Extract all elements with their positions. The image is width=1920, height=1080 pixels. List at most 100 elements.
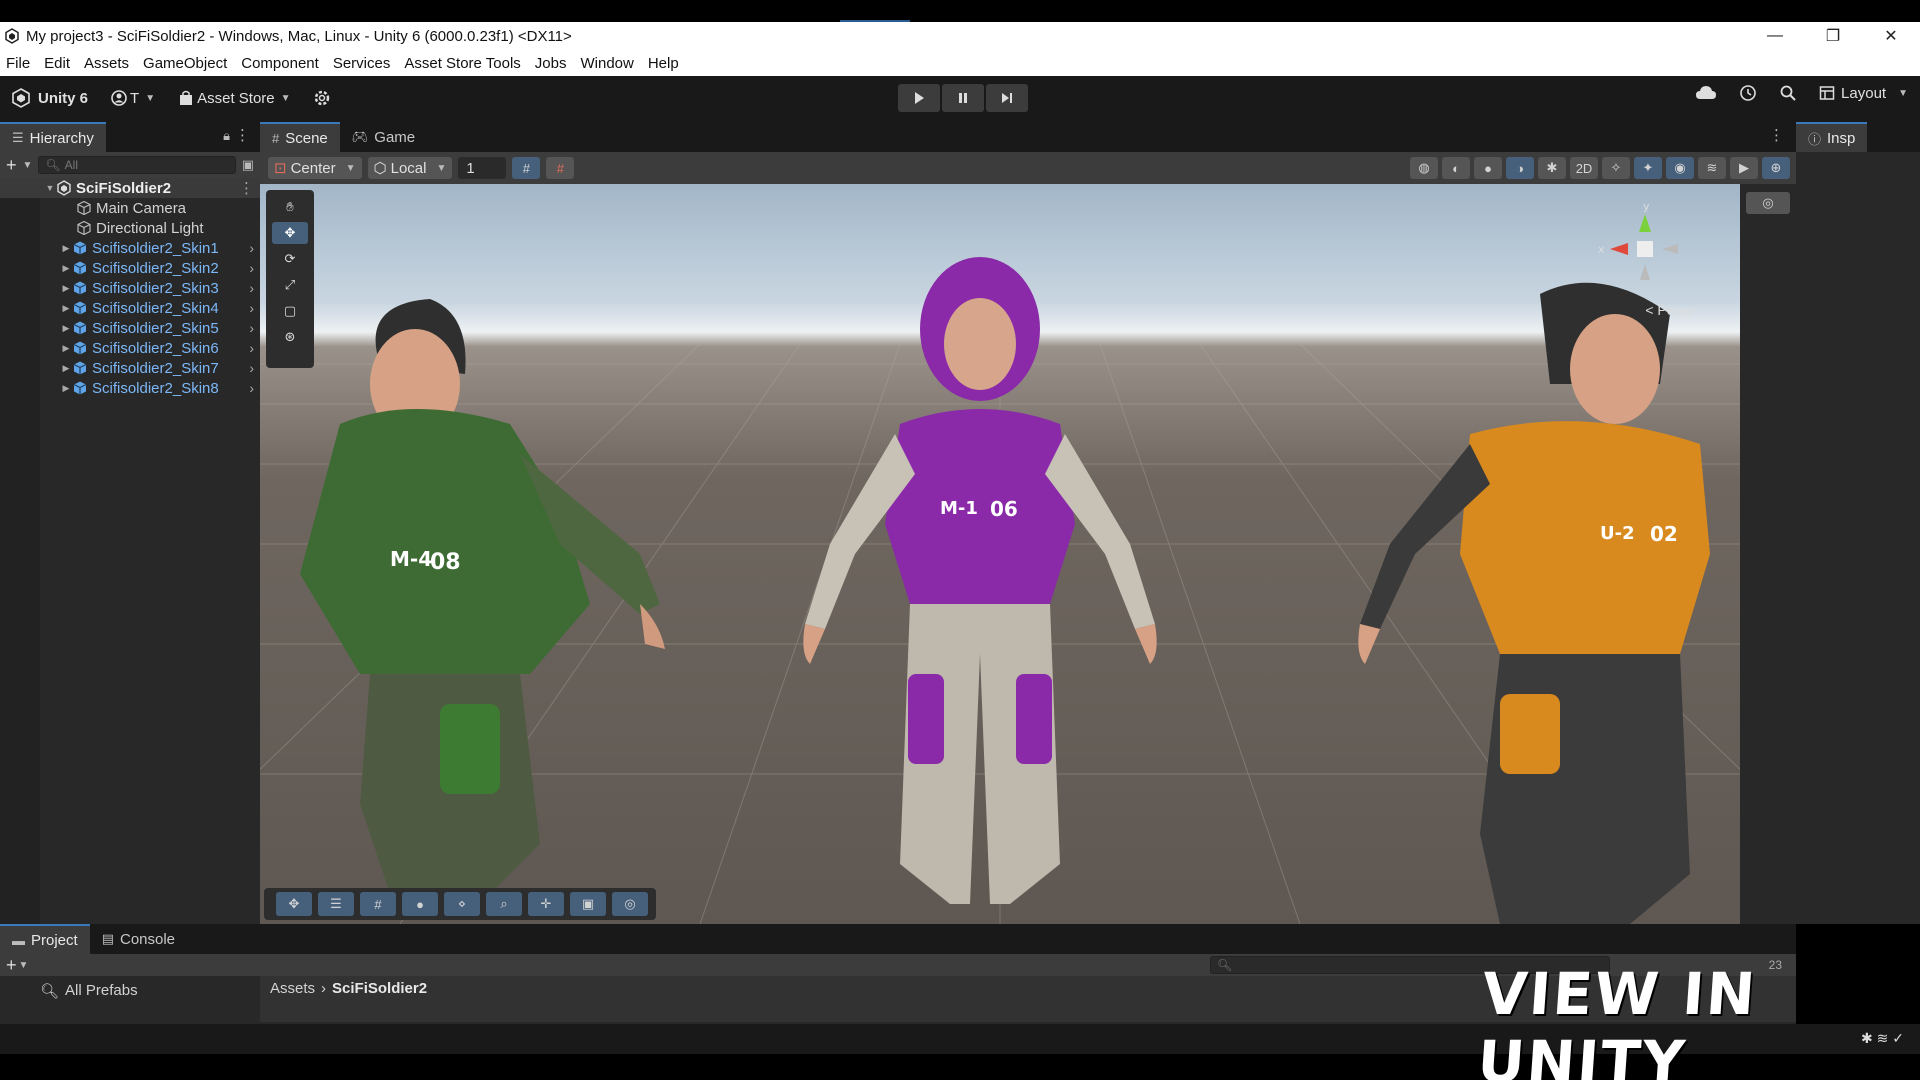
restore-button[interactable]: ❐ bbox=[1804, 22, 1862, 50]
menu-file[interactable]: File bbox=[6, 55, 30, 72]
chevron-right-icon[interactable]: › bbox=[249, 240, 254, 256]
debug-draw-dropdown[interactable]: ✱ bbox=[1538, 157, 1566, 179]
hierarchy-item-main-camera[interactable]: Main Camera bbox=[0, 198, 260, 218]
menu-help[interactable]: Help bbox=[648, 55, 679, 72]
effects-dropdown[interactable]: ✦ bbox=[1634, 157, 1662, 179]
unity-version-button[interactable]: Unity 6 bbox=[0, 84, 98, 112]
overlay-compass-button[interactable]: ◎ bbox=[612, 892, 648, 916]
asset-store-dropdown[interactable]: Asset Store ▼ bbox=[165, 84, 300, 112]
scale-tool-button[interactable]: ⤢ bbox=[272, 274, 308, 296]
hierarchy-item-directional-light[interactable]: Directional Light bbox=[0, 218, 260, 238]
hierarchy-item-skin5[interactable]: ▶ Scifisoldier2_Skin5 › bbox=[0, 318, 260, 338]
chevron-right-icon[interactable]: › bbox=[249, 260, 254, 276]
menu-asset-store-tools[interactable]: Asset Store Tools bbox=[404, 55, 520, 72]
tab-game[interactable]: 🎮︎ Game bbox=[339, 122, 428, 152]
expand-arrow-icon[interactable]: ▶ bbox=[60, 383, 72, 394]
shading-lit-button[interactable]: ◑ bbox=[1506, 157, 1534, 179]
all-prefabs-item[interactable]: All Prefabs bbox=[65, 982, 138, 999]
lock-icon[interactable]: 🔒︎ bbox=[223, 128, 230, 144]
add-object-button[interactable]: + bbox=[6, 155, 17, 176]
overlay-sphere-button[interactable]: ● bbox=[402, 892, 438, 916]
visibility-toggle[interactable]: ◉ bbox=[1666, 157, 1694, 179]
perspective-label[interactable]: < Persp bbox=[1645, 302, 1694, 318]
orientation-button[interactable]: ◍ bbox=[1410, 157, 1438, 179]
tab-console[interactable]: ▤ Console bbox=[89, 924, 188, 954]
hierarchy-item-skin8[interactable]: ▶ Scifisoldier2_Skin8 › bbox=[0, 378, 260, 398]
minimize-button[interactable]: — bbox=[1746, 22, 1804, 50]
shading-wireframe-button[interactable]: ◐ bbox=[1442, 157, 1470, 179]
hierarchy-item-skin1[interactable]: ▶ Scifisoldier2_Skin1 › bbox=[0, 238, 260, 258]
kebab-menu-icon[interactable]: ⋮ bbox=[239, 179, 254, 197]
play-button[interactable] bbox=[898, 84, 940, 112]
menu-edit[interactable]: Edit bbox=[44, 55, 70, 72]
menu-services[interactable]: Services bbox=[333, 55, 391, 72]
overlay-camera-button[interactable]: ▣ bbox=[570, 892, 606, 916]
soldier-green[interactable]: M-4 08 bbox=[260, 244, 700, 924]
expand-arrow-icon[interactable]: ▼ bbox=[44, 183, 56, 193]
grid-visibility-dropdown[interactable]: # bbox=[546, 157, 575, 179]
chevron-right-icon[interactable]: › bbox=[249, 280, 254, 296]
breadcrumb-current[interactable]: SciFiSoldier2 bbox=[332, 980, 427, 1022]
expand-arrow-icon[interactable]: ▶ bbox=[60, 363, 72, 374]
tab-scene[interactable]: # Scene bbox=[260, 122, 340, 152]
rotate-tool-button[interactable]: ⟳ bbox=[272, 248, 308, 270]
hierarchy-item-skin3[interactable]: ▶ Scifisoldier2_Skin3 › bbox=[0, 278, 260, 298]
grid-snap-field[interactable]: 1 bbox=[458, 157, 507, 179]
overlay-move-button[interactable]: ✥ bbox=[276, 892, 312, 916]
pivot-rotation-dropdown[interactable]: ⬡ Local ▼ bbox=[367, 157, 453, 179]
chevron-right-icon[interactable]: › bbox=[249, 360, 254, 376]
expand-arrow-icon[interactable]: ▶ bbox=[60, 343, 72, 354]
overlay-grid-button[interactable]: # bbox=[360, 892, 396, 916]
settings-button[interactable] bbox=[301, 84, 343, 112]
menu-assets[interactable]: Assets bbox=[84, 55, 129, 72]
menu-component[interactable]: Component bbox=[241, 55, 319, 72]
chevron-down-icon[interactable]: ▼ bbox=[19, 960, 29, 971]
tab-hierarchy[interactable]: ☰ Hierarchy bbox=[0, 122, 106, 152]
add-asset-button[interactable]: + bbox=[6, 955, 17, 976]
soldier-orange[interactable]: U-2 02 bbox=[1300, 234, 1740, 924]
hierarchy-search-input[interactable]: 🔍︎ All bbox=[38, 156, 236, 174]
scene-row[interactable]: ▼ SciFiSoldier2 ⋮ bbox=[0, 178, 260, 198]
tab-project[interactable]: ▬ Project bbox=[0, 924, 90, 954]
step-button[interactable] bbox=[986, 84, 1028, 112]
gizmos-dropdown[interactable]: ⊕ bbox=[1762, 157, 1790, 179]
hierarchy-item-skin4[interactable]: ▶ Scifisoldier2_Skin4 › bbox=[0, 298, 260, 318]
overlay-snap-button[interactable]: ⋄ bbox=[444, 892, 480, 916]
account-dropdown[interactable]: T ▼ bbox=[98, 84, 165, 112]
lighting-toggle[interactable]: ✧ bbox=[1602, 157, 1630, 179]
tab-inspector[interactable]: ⓘ Insp bbox=[1796, 122, 1868, 152]
rect-tool-button[interactable]: ▢ bbox=[272, 300, 308, 322]
menu-jobs[interactable]: Jobs bbox=[535, 55, 567, 72]
chevron-right-icon[interactable]: › bbox=[249, 300, 254, 316]
kebab-menu-icon[interactable]: ⋮ bbox=[235, 126, 250, 144]
expand-arrow-icon[interactable]: ▶ bbox=[60, 323, 72, 334]
chevron-right-icon[interactable]: › bbox=[249, 380, 254, 396]
search-icon[interactable] bbox=[1779, 84, 1797, 102]
hierarchy-item-skin6[interactable]: ▶ Scifisoldier2_Skin6 › bbox=[0, 338, 260, 358]
pause-button[interactable] bbox=[942, 84, 984, 112]
menu-gameobject[interactable]: GameObject bbox=[143, 55, 227, 72]
menu-window[interactable]: Window bbox=[580, 55, 633, 72]
expand-arrow-icon[interactable]: ▶ bbox=[60, 283, 72, 294]
overlay-search-button[interactable]: ⌕ bbox=[486, 892, 522, 916]
chevron-right-icon[interactable]: › bbox=[249, 320, 254, 336]
layers-dropdown[interactable]: ≋ bbox=[1698, 157, 1726, 179]
kebab-menu-icon[interactable]: ⋮ bbox=[1769, 126, 1784, 144]
close-button[interactable]: ✕ bbox=[1862, 22, 1920, 50]
move-tool-button[interactable]: ✥ bbox=[272, 222, 308, 244]
transform-tool-button[interactable]: ⊛ bbox=[272, 326, 308, 348]
grid-snap-toggle[interactable]: # bbox=[512, 157, 541, 179]
pivot-mode-dropdown[interactable]: ⊡ Center ▼ bbox=[268, 157, 362, 179]
expand-arrow-icon[interactable]: ▶ bbox=[60, 303, 72, 314]
hierarchy-item-skin2[interactable]: ▶ Scifisoldier2_Skin2 › bbox=[0, 258, 260, 278]
expand-arrow-icon[interactable]: ▶ bbox=[60, 263, 72, 274]
2d-toggle[interactable]: 2D bbox=[1570, 157, 1598, 179]
camera-dropdown[interactable]: ▶ bbox=[1730, 157, 1758, 179]
chevron-right-icon[interactable]: › bbox=[249, 340, 254, 356]
layout-dropdown[interactable]: Layout ▼ bbox=[1819, 85, 1908, 102]
soldier-purple[interactable]: M-1 06 bbox=[730, 224, 1230, 924]
overlay-menu-button[interactable]: ◎ bbox=[1746, 192, 1790, 214]
history-icon[interactable] bbox=[1739, 84, 1757, 102]
overlay-pivot-button[interactable]: ✛ bbox=[528, 892, 564, 916]
scene-visibility-icon[interactable]: ▣ bbox=[242, 157, 254, 173]
